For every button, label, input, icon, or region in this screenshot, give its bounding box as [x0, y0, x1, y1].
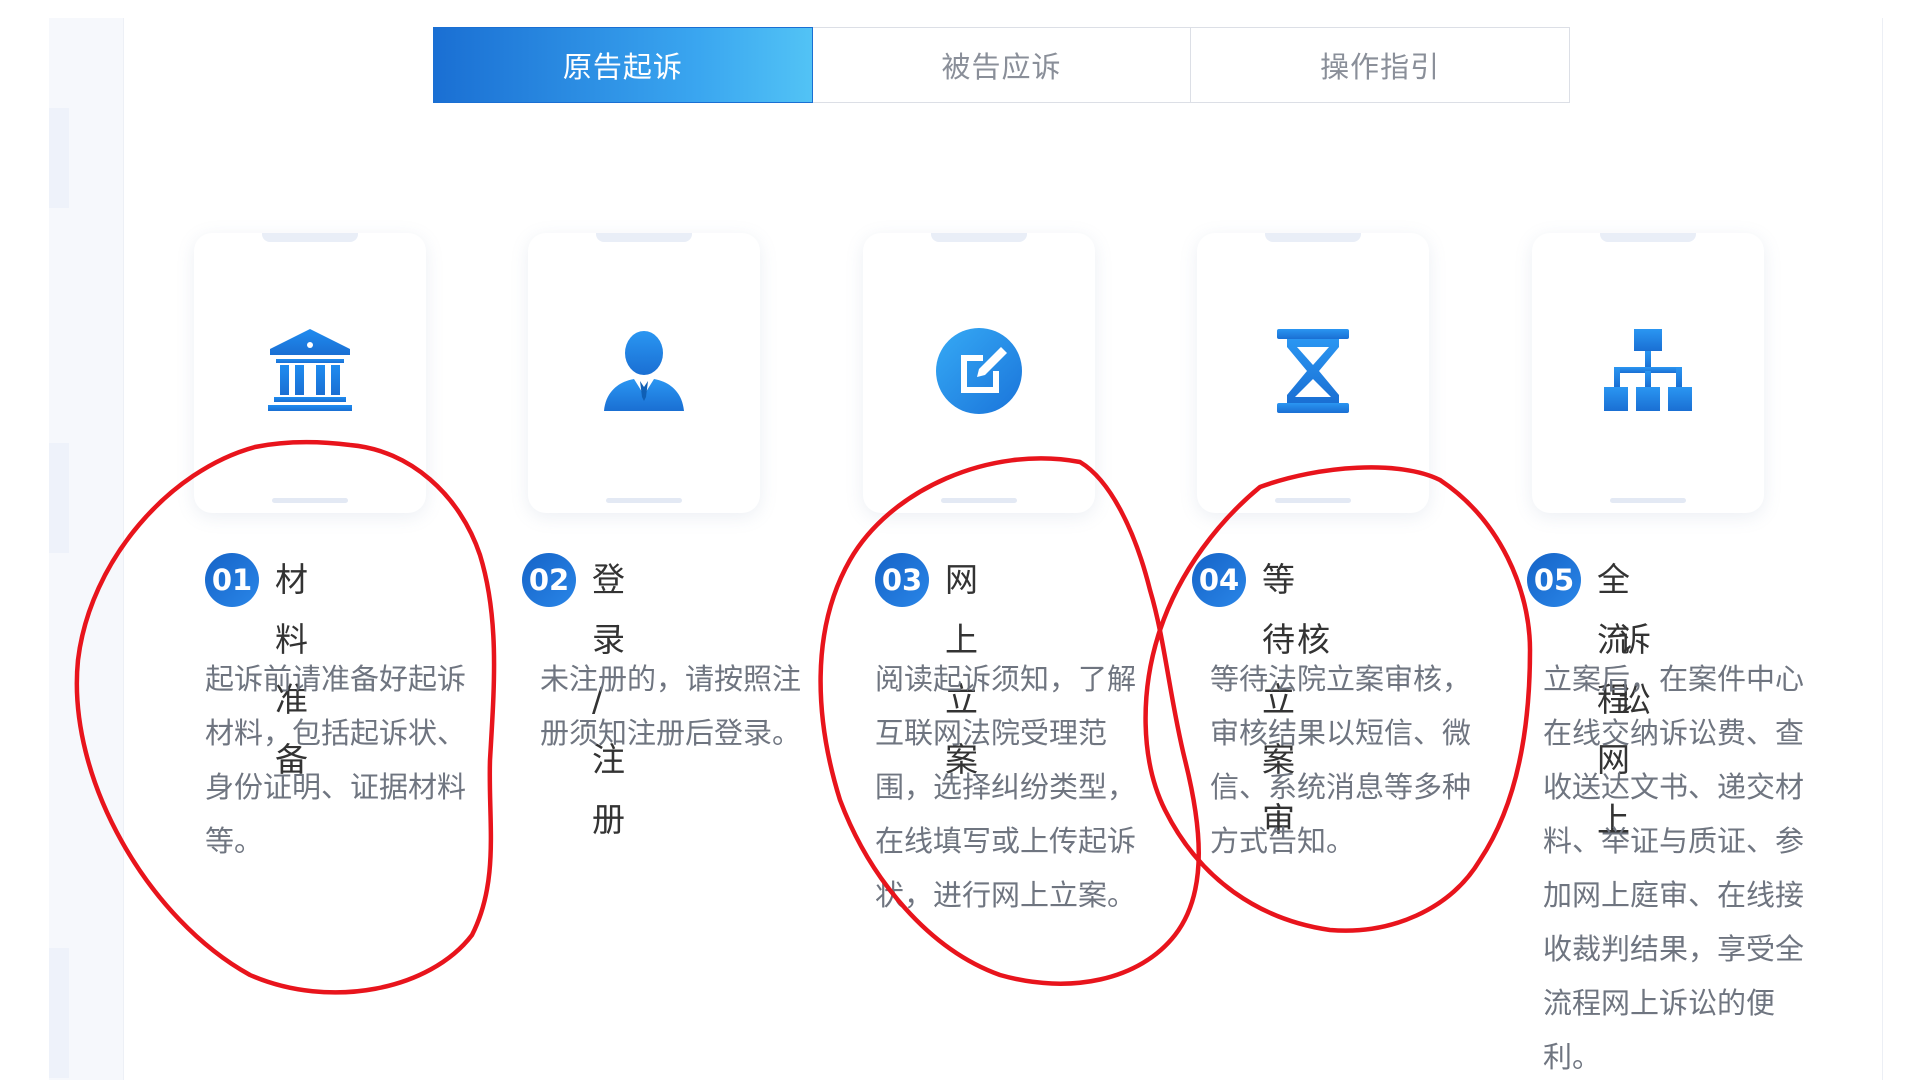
card-notch-bottom — [1610, 498, 1686, 503]
step-number-badge: 04 — [1192, 553, 1246, 607]
card-notch-bottom — [941, 498, 1017, 503]
card-notch-top — [1265, 233, 1361, 242]
process-steps: 01 材料准备 起诉前请准备好起诉材料，包括起诉状、身份证明、证据材料等。 02… — [0, 0, 1920, 1080]
page: 原告起诉 被告应诉 操作指引 01 材料准备 起诉前请准备好起诉材料，包括起诉状… — [0, 0, 1920, 1080]
step-card[interactable] — [528, 233, 760, 513]
step-card[interactable] — [1532, 233, 1764, 513]
step-card[interactable] — [1197, 233, 1429, 513]
card-notch-bottom — [606, 498, 682, 503]
step-description: 立案后，在案件中心在线交纳诉讼费、查收送达文书、递交材料、举证与质证、参加网上庭… — [1543, 662, 1805, 1074]
edit-icon — [933, 325, 1025, 417]
step-description: 未注册的，请按照注册须知注册后登录。 — [540, 662, 802, 750]
hourglass-icon — [1267, 325, 1359, 417]
step-description: 阅读起诉须知，了解互联网法院受理范围，选择纠纷类型，在线填写或上传起诉状，进行网… — [875, 662, 1137, 912]
step-full-online-litigation: 05 全流程网上 诉讼 立案后，在案件中心在线交纳诉讼费、查收送达文书、递交材料… — [0, 0, 1804, 1080]
step-number-badge: 05 — [1527, 553, 1581, 607]
hierarchy-icon — [1602, 325, 1694, 417]
card-notch-top — [1600, 233, 1696, 242]
card-notch-top — [931, 233, 1027, 242]
card-notch-bottom — [1275, 498, 1351, 503]
step-number-badge: 02 — [522, 553, 576, 607]
card-notch-top — [596, 233, 692, 242]
step-description: 等待法院立案审核，审核结果以短信、微信、系统消息等多种方式告知。 — [1210, 662, 1472, 858]
user-icon — [598, 325, 690, 417]
step-number-badge: 03 — [875, 553, 929, 607]
step-card[interactable] — [863, 233, 1095, 513]
